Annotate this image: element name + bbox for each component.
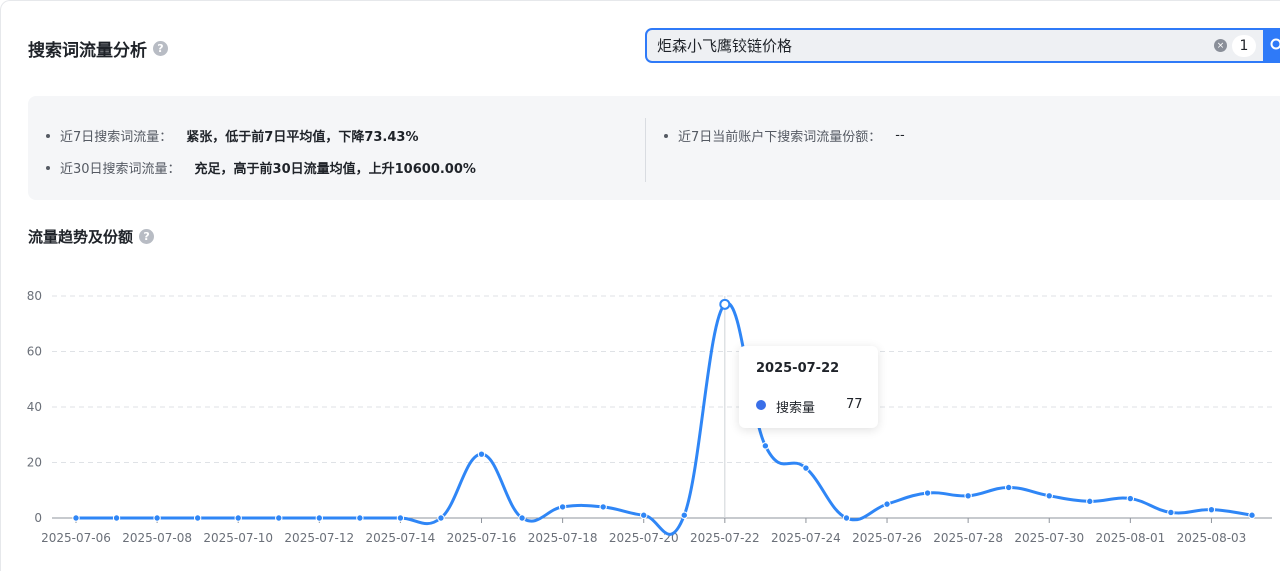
data-point	[72, 514, 80, 522]
clear-icon[interactable]: ×	[1214, 39, 1227, 52]
y-tick-label: 20	[27, 456, 42, 470]
summary-label: 近7日当前账户下搜索词流量份额：	[678, 130, 882, 145]
x-tick-label: 2025-07-28	[933, 531, 1003, 545]
data-point	[1207, 505, 1216, 514]
y-tick-label: 40	[27, 400, 42, 414]
y-tick-label: 60	[27, 345, 42, 359]
summary-value: --	[895, 128, 905, 143]
section-title-row: 流量趋势及份额 ?	[28, 226, 155, 247]
count-badge: 1	[1232, 35, 1256, 57]
data-point	[883, 500, 891, 508]
x-tick-label: 2025-08-03	[1177, 531, 1247, 545]
title-row: 搜索词流量分析 ?	[28, 36, 168, 61]
help-icon[interactable]: ?	[153, 41, 168, 56]
search-box[interactable]: × 1	[645, 28, 1265, 63]
summary-line-7d: 近7日搜索词流量： 紧张，低于前7日平均值，下降73.43%	[46, 126, 418, 145]
data-point	[558, 503, 567, 511]
data-point	[640, 511, 648, 519]
summary-line-share: 近7日当前账户下搜索词流量份额： --	[664, 126, 905, 145]
x-tick-label: 2025-07-10	[203, 531, 273, 545]
data-point	[1086, 497, 1094, 506]
summary-label: 近7日搜索词流量：	[60, 130, 173, 145]
data-point	[599, 503, 607, 511]
x-tick-label: 2025-07-24	[771, 531, 841, 545]
x-tick-label: 2025-07-26	[852, 531, 922, 545]
data-point	[1004, 483, 1013, 492]
data-point	[518, 514, 526, 522]
chart-tooltip: 2025-07-22 搜索量 77	[739, 346, 878, 428]
data-point	[802, 464, 810, 472]
y-tick-label: 0	[34, 511, 42, 525]
tooltip-series-dot	[756, 400, 766, 410]
data-point	[761, 442, 770, 450]
series-line	[75, 301, 1253, 536]
summary-value: 充足，高于前30日流量均值，上升10600.00%	[194, 162, 476, 177]
data-point	[1248, 511, 1256, 519]
data-point	[1126, 494, 1135, 503]
data-point	[234, 514, 242, 522]
data-point	[396, 514, 405, 522]
trend-chart[interactable]: 0 20 40 60 80 2025-07-06 2025-07-08 2025-07-10 2…	[0, 280, 1280, 571]
section-title: 流量趋势及份额	[28, 228, 134, 246]
x-tick-label: 2025-07-18	[528, 531, 598, 545]
data-point	[477, 450, 486, 458]
summary-panel: 近7日搜索词流量： 紧张，低于前7日平均值，下降73.43% 近30日搜索词流量…	[28, 96, 1280, 200]
data-point	[275, 514, 283, 522]
tooltip-series-name: 搜索量	[776, 401, 816, 416]
data-point	[193, 514, 202, 522]
summary-divider	[645, 118, 646, 182]
search-button[interactable]	[1265, 28, 1280, 63]
data-point	[1167, 508, 1175, 517]
data-point	[112, 514, 121, 522]
summary-value: 紧张，低于前7日平均值，下降73.43%	[186, 130, 419, 145]
summary-line-30d: 近30日搜索词流量： 充足，高于前30日流量均值，上升10600.00%	[46, 158, 476, 177]
data-point	[437, 514, 445, 522]
x-tick-label: 2025-07-16	[447, 531, 517, 545]
x-tick-label: 2025-07-30	[1014, 531, 1084, 545]
summary-label: 近30日搜索词流量：	[60, 162, 181, 177]
data-point	[842, 514, 851, 522]
tooltip-date: 2025-07-22	[756, 361, 840, 376]
tooltip-value: 77	[846, 397, 863, 412]
data-point	[1045, 492, 1053, 500]
data-point-highlight	[719, 298, 731, 310]
x-tick-label: 2025-07-06	[41, 531, 111, 545]
y-tick-label: 80	[27, 289, 42, 303]
data-point	[964, 492, 972, 500]
page-title: 搜索词流量分析	[28, 41, 147, 61]
data-point	[153, 514, 161, 522]
search-input[interactable]	[657, 36, 1197, 55]
x-tick-label: 2025-07-12	[284, 531, 354, 545]
data-point	[923, 489, 932, 497]
x-tick-label: 2025-07-14	[366, 531, 436, 545]
bullet-dot	[664, 133, 668, 138]
bullet-dot	[46, 165, 50, 170]
data-point	[315, 514, 324, 522]
bullet-dot	[46, 133, 50, 138]
x-tick-label: 2025-07-08	[122, 531, 192, 545]
help-icon[interactable]: ?	[139, 229, 155, 244]
x-tick-label: 2025-07-22	[690, 531, 760, 545]
x-tick-label: 2025-08-01	[1095, 531, 1165, 545]
data-point	[356, 514, 364, 522]
search-icon	[1270, 38, 1280, 50]
data-point	[680, 511, 688, 519]
